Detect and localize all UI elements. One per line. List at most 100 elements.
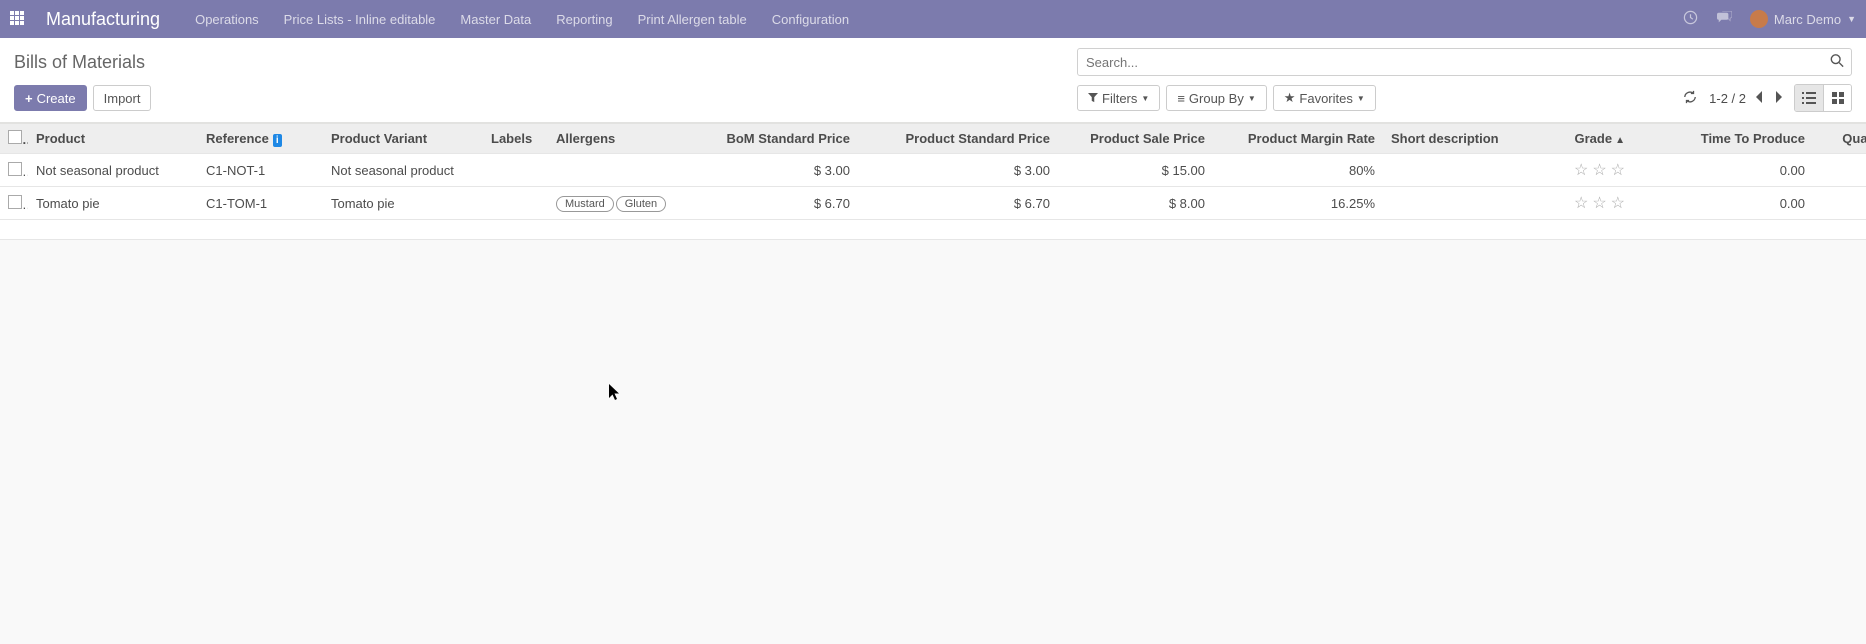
col-reference[interactable]: Reference i	[198, 124, 323, 154]
allergen-tag[interactable]: Gluten	[616, 196, 666, 212]
funnel-icon	[1088, 91, 1098, 106]
cell-bom-std: $ 3.00	[693, 154, 858, 187]
cell-allergens: MustardGluten	[548, 187, 693, 220]
cell-variant: Tomato pie	[323, 187, 483, 220]
list-icon: ≡	[1177, 91, 1185, 106]
cell-bom-std: $ 6.70	[693, 187, 858, 220]
cell-allergens	[548, 154, 693, 187]
star-icon[interactable]: ☆	[1611, 193, 1625, 213]
allergen-tag[interactable]: Mustard	[556, 196, 614, 212]
col-labels[interactable]: Labels	[483, 124, 548, 154]
col-grade-label: Grade	[1575, 131, 1613, 146]
star-icon[interactable]: ☆	[1574, 193, 1588, 213]
star-icon[interactable]: ☆	[1592, 193, 1606, 213]
menu-print-allergen[interactable]: Print Allergen table	[638, 12, 747, 27]
navbar-right: Marc Demo ▼	[1683, 10, 1856, 28]
create-label: Create	[37, 91, 76, 106]
row-checkbox[interactable]	[8, 195, 22, 209]
filters-label: Filters	[1102, 91, 1137, 106]
cell-prod-std: $ 6.70	[858, 187, 1058, 220]
pager-prev[interactable]	[1756, 91, 1764, 106]
cell-qty: 1.00	[1813, 187, 1866, 220]
star-icon[interactable]: ☆	[1574, 160, 1588, 180]
plus-icon: +	[25, 91, 33, 106]
cell-margin: 80%	[1213, 154, 1383, 187]
table-row[interactable]: Not seasonal productC1-NOT-1Not seasonal…	[0, 154, 1866, 187]
avatar	[1750, 10, 1768, 28]
cell-ttp: 0.00	[1633, 154, 1813, 187]
col-variant[interactable]: Product Variant	[323, 124, 483, 154]
col-bom-std[interactable]: BoM Standard Price	[693, 124, 858, 154]
col-reference-label: Reference	[206, 131, 269, 146]
cell-grade: ☆☆☆	[1543, 187, 1633, 220]
col-allergens[interactable]: Allergens	[548, 124, 693, 154]
favorites-label: Favorites	[1299, 91, 1352, 106]
info-badge[interactable]: i	[273, 134, 282, 147]
caret-down-icon: ▼	[1847, 14, 1856, 24]
cell-variant: Not seasonal product	[323, 154, 483, 187]
cell-margin: 16.25%	[1213, 187, 1383, 220]
view-kanban-button[interactable]	[1823, 85, 1851, 111]
caret-down-icon: ▼	[1357, 94, 1365, 103]
pager-next[interactable]	[1774, 91, 1782, 106]
import-button[interactable]: Import	[93, 85, 152, 111]
user-menu[interactable]: Marc Demo ▼	[1750, 10, 1856, 28]
col-sale[interactable]: Product Sale Price	[1058, 124, 1213, 154]
cell-product: Tomato pie	[28, 187, 198, 220]
pager-label: 1-2 / 2	[1709, 91, 1746, 106]
select-all-checkbox[interactable]	[8, 130, 22, 144]
main-menu: Operations Price Lists - Inline editable…	[195, 12, 1683, 27]
breadcrumb: Bills of Materials	[14, 52, 145, 73]
control-panel: Bills of Materials + Create Import	[0, 38, 1866, 123]
col-grade[interactable]: Grade▲	[1543, 124, 1633, 154]
groupby-button[interactable]: ≡ Group By ▼	[1166, 85, 1266, 111]
search-buttons: Filters ▼ ≡ Group By ▼ ★ Favorites ▼	[1077, 85, 1376, 111]
caret-down-icon: ▼	[1248, 94, 1256, 103]
right-controls: 1-2 / 2	[1683, 84, 1852, 112]
menu-master-data[interactable]: Master Data	[460, 12, 531, 27]
col-short-desc[interactable]: Short description	[1383, 124, 1543, 154]
navbar: Manufacturing Operations Price Lists - I…	[0, 0, 1866, 38]
col-prod-std[interactable]: Product Standard Price	[858, 124, 1058, 154]
caret-down-icon: ▼	[1141, 94, 1149, 103]
col-qty[interactable]: Quantity	[1813, 124, 1866, 154]
menu-price-lists[interactable]: Price Lists - Inline editable	[284, 12, 436, 27]
cell-grade: ☆☆☆	[1543, 154, 1633, 187]
cell-sale: $ 15.00	[1058, 154, 1213, 187]
cell-qty: 1.00	[1813, 154, 1866, 187]
cell-reference: C1-TOM-1	[198, 187, 323, 220]
star-icon[interactable]: ☆	[1592, 160, 1606, 180]
table-row[interactable]: Tomato pieC1-TOM-1Tomato pie MustardGlute…	[0, 187, 1866, 220]
grade-stars[interactable]: ☆☆☆	[1551, 193, 1625, 213]
chat-icon[interactable]	[1716, 11, 1732, 28]
search-icon[interactable]	[1830, 54, 1844, 71]
clock-icon[interactable]	[1683, 10, 1698, 28]
pager: 1-2 / 2	[1709, 91, 1782, 106]
star-icon[interactable]: ☆	[1611, 160, 1625, 180]
cell-labels	[483, 154, 548, 187]
menu-reporting[interactable]: Reporting	[556, 12, 612, 27]
groupby-label: Group By	[1189, 91, 1244, 106]
bom-table: Product Reference i Product Variant Label…	[0, 123, 1866, 220]
menu-operations[interactable]: Operations	[195, 12, 259, 27]
col-product[interactable]: Product	[28, 124, 198, 154]
menu-configuration[interactable]: Configuration	[772, 12, 849, 27]
create-button[interactable]: + Create	[14, 85, 87, 111]
cell-ttp: 0.00	[1633, 187, 1813, 220]
apps-icon[interactable]	[10, 11, 26, 27]
refresh-icon[interactable]	[1683, 90, 1697, 107]
sort-asc-icon: ▲	[1615, 135, 1625, 146]
cell-short-desc	[1383, 187, 1543, 220]
cell-product: Not seasonal product	[28, 154, 198, 187]
row-checkbox[interactable]	[8, 162, 22, 176]
favorites-button[interactable]: ★ Favorites ▼	[1273, 85, 1376, 111]
col-margin[interactable]: Product Margin Rate	[1213, 124, 1383, 154]
app-brand[interactable]: Manufacturing	[46, 9, 160, 30]
col-ttp[interactable]: Time To Produce	[1633, 124, 1813, 154]
search-input[interactable]	[1077, 48, 1852, 76]
view-list-button[interactable]	[1795, 85, 1823, 111]
cell-prod-std: $ 3.00	[858, 154, 1058, 187]
filters-button[interactable]: Filters ▼	[1077, 85, 1160, 111]
grade-stars[interactable]: ☆☆☆	[1551, 160, 1625, 180]
cell-labels	[483, 187, 548, 220]
